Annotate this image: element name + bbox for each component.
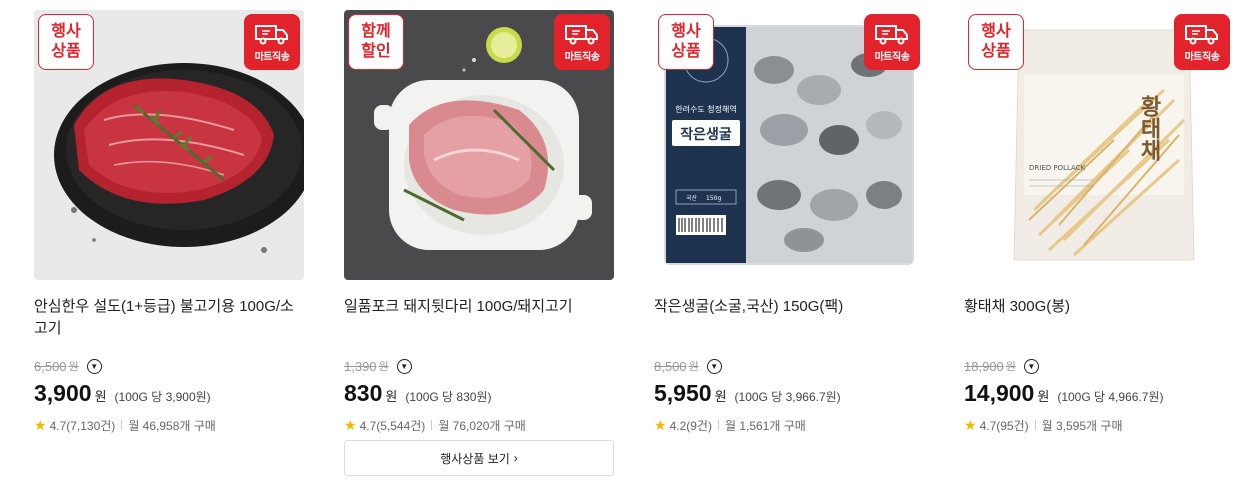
promotion-badge: 행사 상품 — [968, 14, 1024, 70]
view-promotion-label: 행사상품 보기 — [440, 451, 510, 466]
rating: 4.7(5,544건) — [359, 418, 426, 433]
divider — [717, 420, 719, 430]
divider — [121, 420, 123, 430]
product-image[interactable]: 한려수도 청정해역 작은생굴 국산 150g 행사 상품 마트직송 — [654, 10, 924, 280]
price-currency: 원 — [94, 389, 107, 404]
unit-price: (100G 당 3,966.7원) — [734, 390, 841, 404]
price-currency: 원 — [714, 389, 727, 404]
star-icon: ★ — [344, 416, 357, 433]
unit-price: (100G 당 4,966.7원) — [1057, 390, 1164, 404]
rating: 4.7(7,130건) — [49, 418, 116, 433]
truck-icon — [565, 24, 598, 44]
original-price: 1,390 — [344, 358, 377, 374]
svg-text:DRIED POLLACK: DRIED POLLACK — [1029, 164, 1086, 172]
unit-price: (100G 당 830원) — [405, 390, 492, 404]
divider — [1034, 420, 1036, 430]
original-price: 6,500 — [34, 358, 67, 374]
svg-text:작은생굴: 작은생굴 — [680, 126, 732, 143]
product-card[interactable]: 한려수도 청정해역 작은생굴 국산 150g 행사 상품 마트직송 작은생굴(소… — [654, 10, 924, 434]
price-currency: 원 — [385, 389, 398, 404]
truck-icon — [1185, 24, 1218, 44]
product-title[interactable]: 황태채 300G(봉) — [964, 296, 1234, 340]
product-image[interactable]: DRIED POLLACK 황태채 행사 상품 마트직송 — [964, 10, 1234, 280]
star-icon: ★ — [34, 416, 47, 433]
product-card[interactable]: 함께 할인 마트직송 일품포크 돼지뒷다리 100G/돼지고기 1,390 원 … — [344, 10, 614, 434]
original-price-currency: 원 — [378, 361, 389, 373]
product-title[interactable]: 작은생굴(소굴,국산) 150G(팩) — [654, 296, 924, 340]
unit-price: (100G 당 3,900원) — [114, 390, 211, 404]
original-price-currency: 원 — [68, 361, 79, 373]
mart-delivery-badge: 마트직송 — [244, 14, 300, 70]
sale-price: 3,900 — [34, 380, 92, 406]
monthly-purchases: 월 1,561개 구매 — [724, 418, 806, 433]
chevron-down-circle-icon[interactable]: ▼ — [396, 358, 412, 374]
chevron-down-circle-icon[interactable]: ▼ — [1023, 358, 1039, 374]
promotion-badge: 함께 할인 — [348, 14, 404, 70]
truck-icon — [255, 24, 288, 44]
chevron-down-circle-icon[interactable]: ▼ — [706, 358, 722, 374]
truck-icon — [875, 24, 908, 44]
monthly-purchases: 월 46,958개 구매 — [128, 418, 216, 433]
star-icon: ★ — [654, 416, 667, 433]
original-price-currency: 원 — [1005, 361, 1016, 373]
svg-text:국산: 국산 — [686, 194, 698, 202]
product-image[interactable]: 함께 할인 마트직송 — [344, 10, 614, 280]
chevron-down-circle-icon[interactable]: ▼ — [86, 358, 102, 374]
monthly-purchases: 월 3,595개 구매 — [1041, 418, 1123, 433]
monthly-purchases: 월 76,020개 구매 — [438, 418, 526, 433]
original-price: 18,900 — [964, 358, 1004, 374]
sale-price: 830 — [344, 380, 383, 406]
svg-text:한려수도 청정해역: 한려수도 청정해역 — [675, 104, 736, 114]
svg-text:황태채: 황태채 — [1136, 95, 1162, 161]
view-promotion-products-button[interactable]: 행사상품 보기 › — [344, 440, 614, 476]
promotion-badge: 행사 상품 — [658, 14, 714, 70]
price-currency: 원 — [1037, 389, 1050, 404]
chevron-right-icon: › — [513, 451, 518, 465]
mart-delivery-badge: 마트직송 — [864, 14, 920, 70]
product-title[interactable]: 일품포크 돼지뒷다리 100G/돼지고기 — [344, 296, 614, 340]
original-price-currency: 원 — [688, 361, 699, 373]
product-card[interactable]: 행사 상품 마트직송 안심한우 설도(1+등급) 불고기용 100G/소고기 6… — [34, 10, 304, 434]
sale-price: 14,900 — [964, 380, 1035, 406]
product-image[interactable]: 행사 상품 마트직송 — [34, 10, 304, 280]
sale-price: 5,950 — [654, 380, 712, 406]
rating: 4.7(95건) — [979, 418, 1029, 433]
promotion-badge: 행사 상품 — [38, 14, 94, 70]
rating: 4.2(9건) — [669, 418, 712, 433]
divider — [431, 420, 433, 430]
svg-text:150g: 150g — [706, 195, 721, 202]
original-price: 8,500 — [654, 358, 687, 374]
mart-delivery-badge: 마트직송 — [554, 14, 610, 70]
star-icon: ★ — [964, 416, 977, 433]
product-title[interactable]: 안심한우 설도(1+등급) 불고기용 100G/소고기 — [34, 296, 304, 340]
product-card[interactable]: DRIED POLLACK 황태채 행사 상품 마트직송 황태채 300G(봉)… — [964, 10, 1234, 434]
mart-delivery-badge: 마트직송 — [1174, 14, 1230, 70]
